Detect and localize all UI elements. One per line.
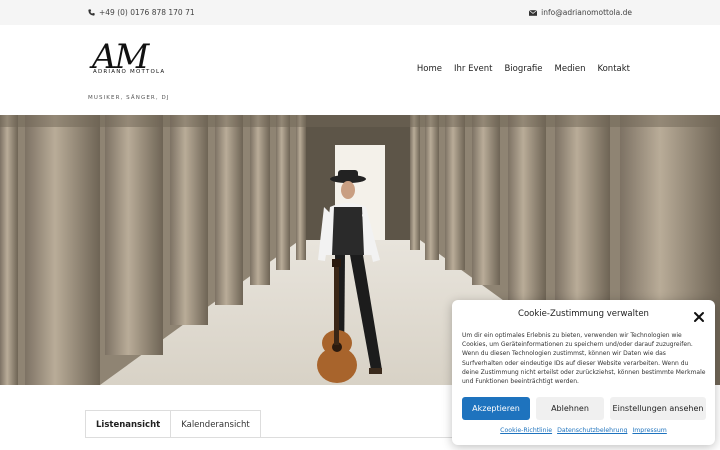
tab-listenansicht[interactable]: Listenansicht (85, 410, 172, 438)
envelope-icon (529, 9, 538, 16)
deny-button[interactable]: Ablehnen (536, 397, 604, 420)
cookie-dialog-text: Um dir ein optimales Erlebnis zu bieten,… (462, 332, 706, 386)
accept-button[interactable]: Akzeptieren (462, 397, 530, 420)
email-contact[interactable]: info@adrianomottola.de (529, 8, 632, 17)
logo-name: ADRIANO MOTTOLA (93, 69, 166, 75)
nav-item-ihr-event[interactable]: Ihr Event (454, 64, 492, 74)
nav-item-biografie[interactable]: Biografie (504, 64, 542, 74)
phone-number: +49 (0) 0176 878 170 71 (99, 8, 195, 17)
site-header: AM ADRIANO MOTTOLA MUSIKER, SÄNGER, DJ H… (0, 25, 720, 115)
nav-item-home[interactable]: Home (417, 64, 442, 74)
privacy-policy-link[interactable]: Datenschutzbelehrung (557, 427, 627, 434)
nav-item-medien[interactable]: Medien (555, 64, 586, 74)
phone-contact[interactable]: +49 (0) 0176 878 170 71 (88, 8, 195, 17)
main-navigation: Home Ihr Event Biografie Medien Kontakt (417, 64, 630, 74)
cookie-links: Cookie-Richtlinie Datenschutzbelehrung I… (452, 427, 715, 434)
preferences-button[interactable]: Einstellungen ansehen (610, 397, 706, 420)
top-bar: +49 (0) 0176 878 170 71 info@adrianomott… (0, 0, 720, 25)
tab-kalenderansicht[interactable]: Kalenderansicht (171, 410, 261, 438)
site-logo[interactable]: AM ADRIANO MOTTOLA (88, 37, 168, 87)
site-tagline: MUSIKER, SÄNGER, DJ (88, 95, 170, 101)
phone-icon (88, 9, 95, 16)
cookie-consent-dialog: Cookie-Zustimmung verwalten Um dir ein o… (452, 300, 715, 445)
cookie-policy-link[interactable]: Cookie-Richtlinie (500, 427, 552, 434)
cookie-dialog-title: Cookie-Zustimmung verwalten (518, 309, 649, 319)
event-view-tabs: Listenansicht Kalenderansicht (85, 410, 261, 438)
close-icon[interactable] (693, 308, 705, 322)
imprint-link[interactable]: Impressum (632, 427, 666, 434)
email-address: info@adrianomottola.de (541, 8, 632, 17)
nav-item-kontakt[interactable]: Kontakt (597, 64, 630, 74)
